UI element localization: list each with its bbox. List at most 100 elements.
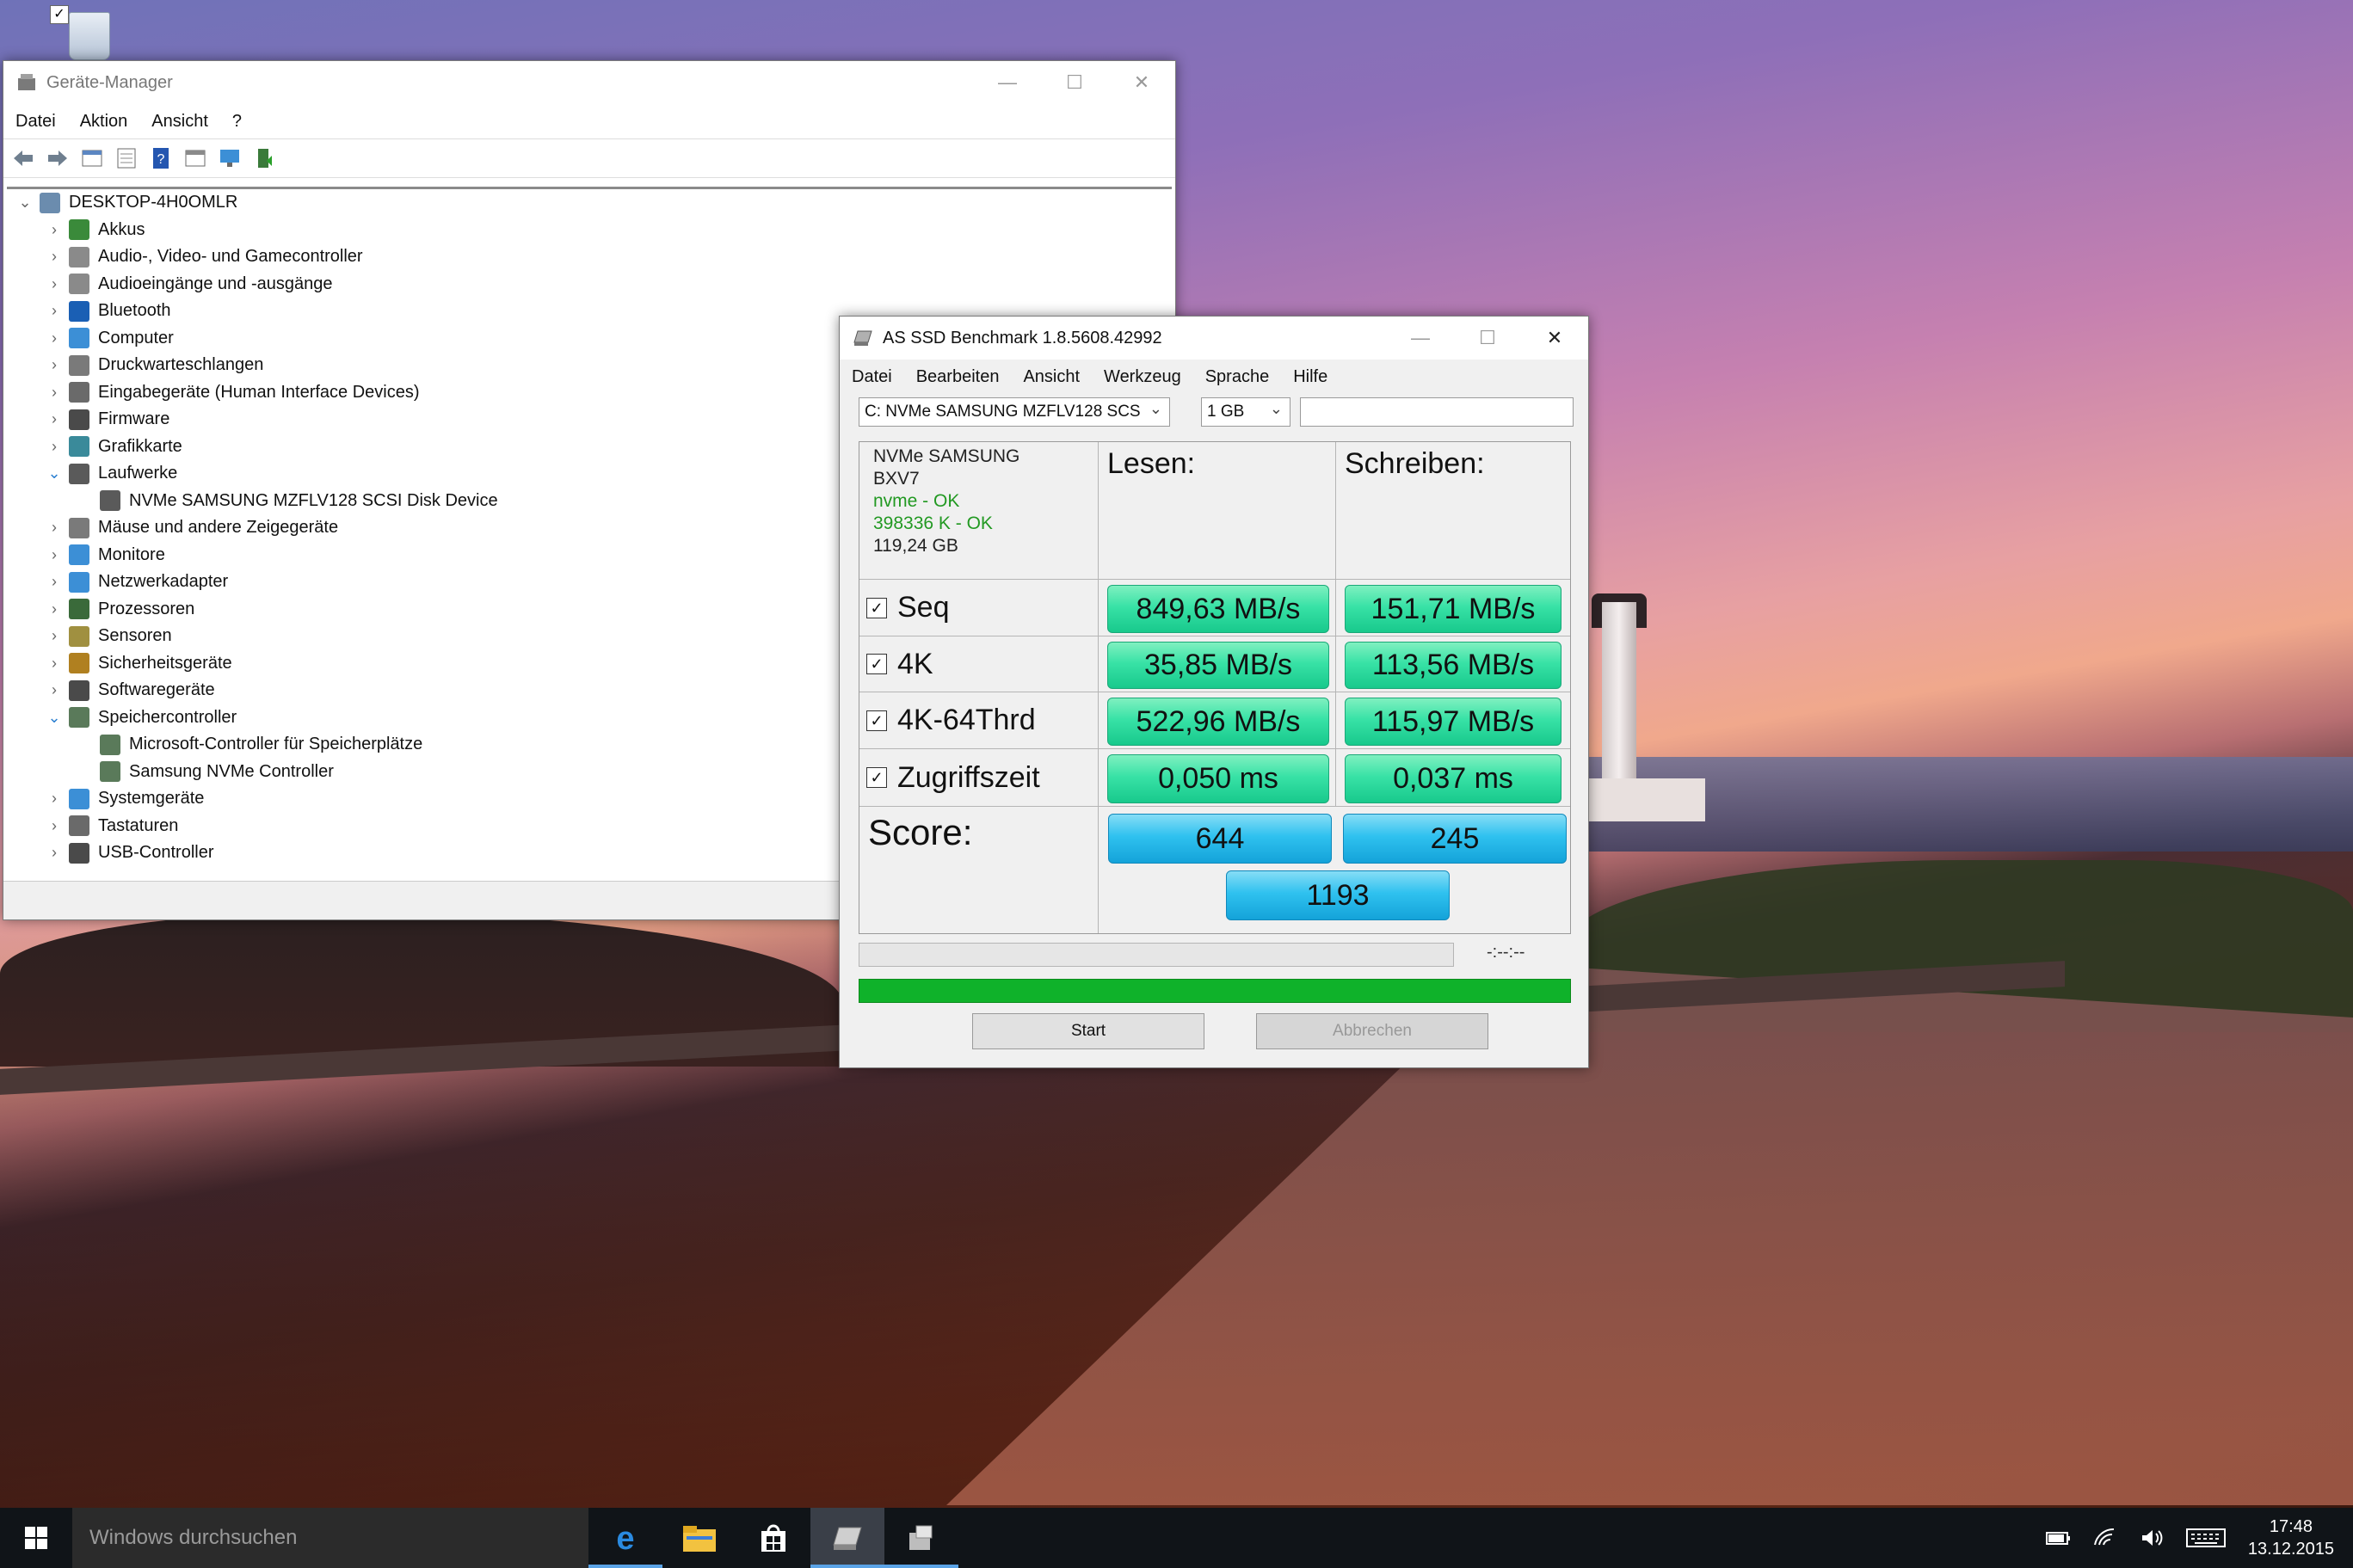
expanded-chevron-icon[interactable]: ⌄ xyxy=(46,709,62,727)
collapsed-chevron-icon[interactable]: › xyxy=(46,519,62,537)
score-write: 245 xyxy=(1343,814,1567,864)
write-header: Schreiben: xyxy=(1336,442,1570,580)
tree-item-label: Audioeingänge und -ausgänge xyxy=(98,274,333,293)
collapsed-chevron-icon[interactable]: › xyxy=(46,681,62,699)
recycle-bin-checkbox[interactable]: ✓ xyxy=(50,5,69,24)
test-name: 4K xyxy=(897,647,933,680)
collapsed-chevron-icon[interactable]: › xyxy=(46,655,62,673)
collapsed-chevron-icon[interactable]: › xyxy=(46,573,62,591)
device-icon xyxy=(100,734,120,755)
collapsed-chevron-icon[interactable]: › xyxy=(46,790,62,808)
list-view-icon[interactable] xyxy=(114,145,139,171)
close-button[interactable]: ✕ xyxy=(1108,61,1175,104)
svg-text:e: e xyxy=(616,1521,634,1555)
collapsed-chevron-icon[interactable]: › xyxy=(46,844,62,862)
search-placeholder: Windows durchsuchen xyxy=(89,1526,298,1549)
collapsed-chevron-icon[interactable]: › xyxy=(46,627,62,645)
collapsed-chevron-icon[interactable]: › xyxy=(46,384,62,402)
device-icon xyxy=(69,625,89,647)
windows-logo-icon xyxy=(25,1527,47,1549)
menu-datei[interactable]: Datei xyxy=(840,367,904,387)
taskbar-edge[interactable]: e xyxy=(588,1508,662,1568)
read-header: Lesen: xyxy=(1099,442,1336,580)
tree-item-label: Softwaregeräte xyxy=(98,680,215,700)
device-icon xyxy=(40,192,60,213)
device-icon xyxy=(69,328,89,349)
wallpaper-lighthouse-house xyxy=(1585,778,1705,821)
close-button[interactable]: ✕ xyxy=(1521,317,1588,360)
drive-info: NVMe SAMSUNG BXV7 nvme - OK 398336 K - O… xyxy=(859,442,1099,580)
maximize-button[interactable]: ☐ xyxy=(1454,317,1521,360)
as-ssd-titlebar[interactable]: AS SSD Benchmark 1.8.5608.42992 — ☐ ✕ xyxy=(840,317,1588,360)
help-icon[interactable]: ? xyxy=(148,145,174,171)
taskbar-store[interactable] xyxy=(736,1508,810,1568)
start-button[interactable] xyxy=(0,1508,72,1568)
tree-item[interactable]: ⌄ DESKTOP-4H0OMLR xyxy=(7,189,1172,217)
test-checkbox[interactable]: ✓ xyxy=(866,654,887,674)
menu-ansicht[interactable]: Ansicht xyxy=(139,112,220,132)
tree-item[interactable]: › Akkus xyxy=(7,217,1172,244)
volume-icon[interactable] xyxy=(2140,1528,2164,1548)
drive-select[interactable]: C: NVMe SAMSUNG MZFLV128 SCSI Di ⌄ xyxy=(859,397,1170,427)
collapsed-chevron-icon[interactable]: › xyxy=(46,302,62,320)
taskbar-as-ssd[interactable] xyxy=(810,1508,884,1568)
minimize-button[interactable]: — xyxy=(974,61,1041,104)
tree-item-label: Bluetooth xyxy=(98,301,171,321)
expanded-chevron-icon[interactable]: ⌄ xyxy=(46,464,62,483)
chevron-down-icon: ⌄ xyxy=(1149,400,1162,417)
maximize-button[interactable]: ☐ xyxy=(1041,61,1108,104)
menu-ansicht[interactable]: Ansicht xyxy=(1011,367,1092,387)
collapsed-chevron-icon[interactable]: › xyxy=(46,275,62,293)
clock[interactable]: 17:48 13.12.2015 xyxy=(2248,1516,2334,1560)
menu-sprache[interactable]: Sprache xyxy=(1193,367,1282,387)
menu-hilfe[interactable]: Hilfe xyxy=(1281,367,1340,387)
collapsed-chevron-icon[interactable]: › xyxy=(46,329,62,347)
details-view-icon[interactable] xyxy=(182,145,208,171)
menu-werkzeug[interactable]: Werkzeug xyxy=(1092,367,1193,387)
battery-icon[interactable] xyxy=(2045,1528,2071,1547)
result-write-value: 0,037 ms xyxy=(1345,754,1561,803)
test-checkbox[interactable]: ✓ xyxy=(866,767,887,788)
store-icon xyxy=(761,1524,785,1552)
device-manager-titlebar[interactable]: Geräte-Manager — ☐ ✕ xyxy=(3,61,1175,104)
wifi-icon[interactable] xyxy=(2093,1528,2117,1548)
device-icon xyxy=(69,463,89,484)
taskbar-device-manager[interactable] xyxy=(884,1508,958,1568)
test-checkbox[interactable]: ✓ xyxy=(866,710,887,731)
back-arrow-icon[interactable] xyxy=(10,145,36,171)
keyboard-icon[interactable] xyxy=(2185,1527,2226,1549)
menu-datei[interactable]: Datei xyxy=(3,112,68,132)
test-checkbox[interactable]: ✓ xyxy=(866,597,887,618)
menu-aktion[interactable]: Aktion xyxy=(68,112,140,132)
menu-bearbeiten[interactable]: Bearbeiten xyxy=(904,367,1012,387)
tree-item-label: Eingabegeräte (Human Interface Devices) xyxy=(98,382,420,402)
tree-item[interactable]: › Audioeingänge und -ausgänge xyxy=(7,271,1172,298)
taskbar-explorer[interactable] xyxy=(662,1508,736,1568)
collapsed-chevron-icon[interactable]: › xyxy=(46,438,62,456)
device-icon xyxy=(69,354,89,376)
collapsed-chevron-icon[interactable]: › xyxy=(46,410,62,428)
collapsed-chevron-icon[interactable]: › xyxy=(46,248,62,266)
scan-hardware-icon[interactable] xyxy=(217,145,243,171)
collapsed-chevron-icon[interactable]: › xyxy=(46,221,62,239)
menu-help[interactable]: ? xyxy=(220,112,254,132)
benchmark-grid: NVMe SAMSUNG BXV7 nvme - OK 398336 K - O… xyxy=(859,441,1571,934)
forward-arrow-icon[interactable] xyxy=(45,145,71,171)
path-field[interactable] xyxy=(1300,397,1574,427)
collapsed-chevron-icon[interactable]: › xyxy=(46,817,62,835)
tree-item-label: Prozessoren xyxy=(98,599,195,618)
minimize-button[interactable]: — xyxy=(1387,317,1454,360)
properties-view-icon[interactable] xyxy=(79,145,105,171)
cancel-button[interactable]: Abbrechen xyxy=(1256,1013,1488,1049)
expanded-chevron-icon[interactable]: ⌄ xyxy=(17,194,33,212)
collapsed-chevron-icon[interactable]: › xyxy=(46,356,62,374)
collapsed-chevron-icon[interactable]: › xyxy=(46,600,62,618)
start-button[interactable]: Start xyxy=(972,1013,1204,1049)
test-row-label: ✓ 4K xyxy=(859,636,1099,692)
collapsed-chevron-icon[interactable]: › xyxy=(46,546,62,564)
result-write-value: 113,56 MB/s xyxy=(1345,642,1561,689)
size-select[interactable]: 1 GB ⌄ xyxy=(1201,397,1290,427)
search-box[interactable]: Windows durchsuchen xyxy=(72,1508,588,1568)
tree-item[interactable]: › Audio-, Video- und Gamecontroller xyxy=(7,243,1172,271)
add-driver-icon[interactable] xyxy=(251,145,277,171)
